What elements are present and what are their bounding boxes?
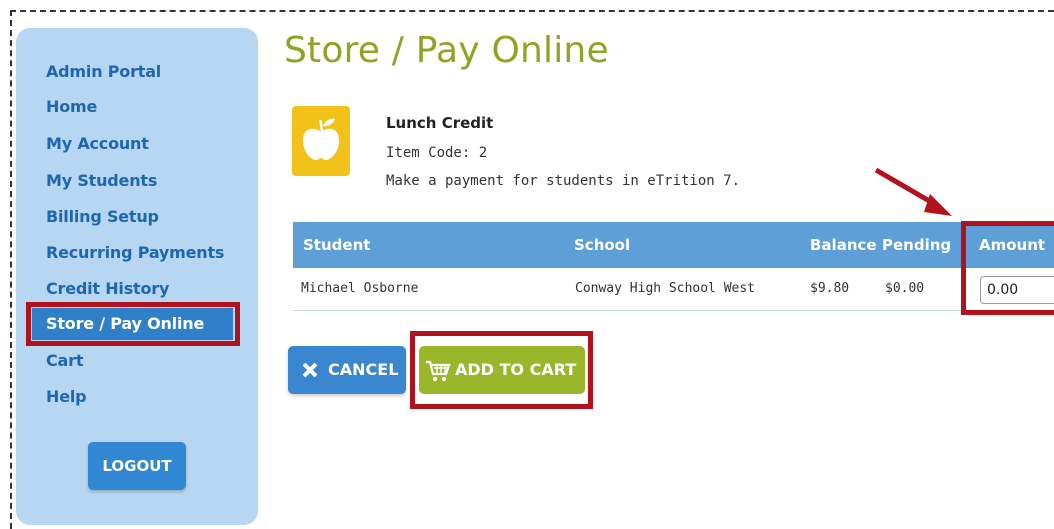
sidebar-item-billing-setup[interactable]: Billing Setup	[46, 207, 159, 226]
sidebar-item-recurring-payments[interactable]: Recurring Payments	[46, 243, 224, 262]
cancel-button-label: CANCEL	[328, 360, 399, 379]
highlight-box-amount	[961, 221, 1054, 315]
sidebar-item-cart[interactable]: Cart	[46, 351, 83, 370]
column-header-school: School	[574, 236, 631, 254]
dashed-border-left	[10, 10, 12, 529]
product-description: Make a payment for students in eTrition …	[386, 173, 741, 189]
arrow-annotation-icon	[874, 167, 952, 216]
column-header-pending: Pending	[882, 236, 952, 254]
highlight-box-add-to-cart	[410, 331, 593, 409]
sidebar-item-help[interactable]: Help	[46, 387, 87, 406]
sidebar-item-admin-portal[interactable]: Admin Portal	[46, 62, 161, 81]
close-icon	[302, 362, 318, 378]
sidebar-item-my-students[interactable]: My Students	[46, 171, 157, 190]
sidebar: Admin Portal Home My Account My Students…	[16, 28, 258, 525]
apple-icon	[292, 106, 350, 176]
product-item-code: Item Code: 2	[386, 145, 488, 161]
page-title: Store / Pay Online	[284, 30, 609, 71]
cell-balance: $9.80	[810, 281, 850, 296]
sidebar-item-home[interactable]: Home	[46, 97, 97, 116]
table-header: Student School Balance Pending Amount	[293, 222, 1054, 268]
cell-school: Conway High School West	[575, 281, 756, 296]
column-header-balance: Balance	[810, 236, 877, 254]
cancel-button[interactable]: CANCEL	[288, 346, 406, 394]
sidebar-item-credit-history[interactable]: Credit History	[46, 279, 169, 298]
dashed-border-top	[10, 10, 1054, 12]
cell-student: Michael Osborne	[301, 281, 419, 296]
product-name: Lunch Credit	[386, 114, 494, 132]
column-header-student: Student	[303, 236, 371, 254]
logout-button[interactable]: LOGOUT	[88, 442, 186, 490]
highlight-box-sidebar	[26, 302, 240, 346]
sidebar-item-my-account[interactable]: My Account	[46, 134, 149, 153]
cell-pending: $0.00	[885, 281, 925, 296]
table-row: Michael Osborne Conway High School West …	[293, 268, 1054, 311]
